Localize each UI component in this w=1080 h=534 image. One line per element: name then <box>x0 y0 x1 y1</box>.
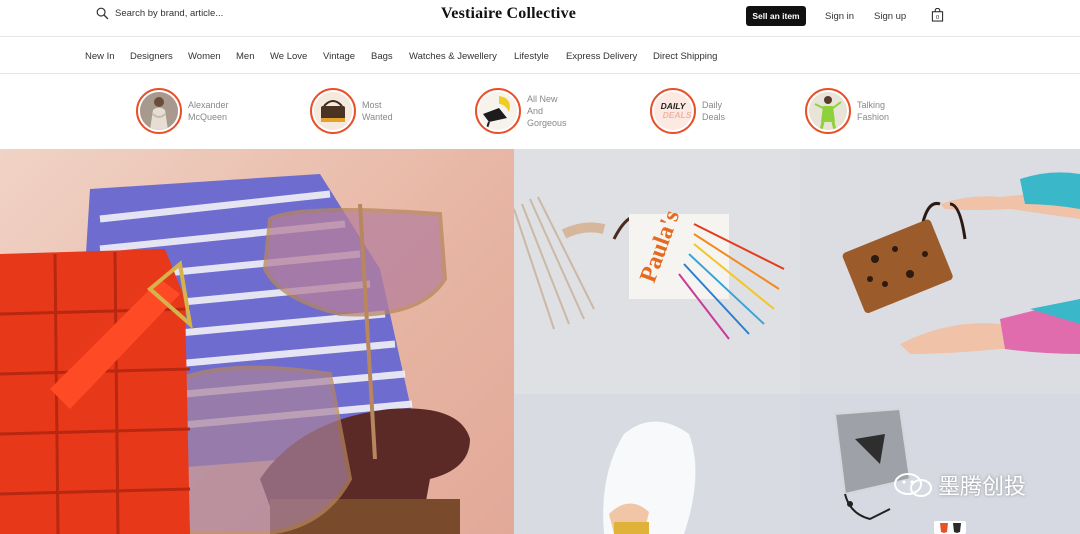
hero-image-bag-sunglasses[interactable] <box>0 149 514 534</box>
puffy-bag-illustration <box>603 421 696 534</box>
deals-badge-text: DEALS <box>662 110 692 120</box>
search-icon[interactable] <box>96 7 109 20</box>
story-avatar[interactable]: DAILY DEALS <box>650 88 696 134</box>
nav-item-designers[interactable]: Designers <box>130 51 173 62</box>
bag-image <box>314 92 352 130</box>
story-avatar[interactable] <box>805 88 851 134</box>
story-avatar[interactable] <box>310 88 356 134</box>
story-avatar[interactable] <box>475 88 521 134</box>
nav-item-bags[interactable]: Bags <box>371 51 393 62</box>
story-avatar[interactable] <box>136 88 182 134</box>
story-label: Most Wanted <box>362 100 393 122</box>
svg-text:0: 0 <box>936 15 939 21</box>
hero-image-fringe-tote[interactable]: Paula's <box>514 149 800 394</box>
media-badge <box>934 521 966 534</box>
nav-item-direct-shipping[interactable]: Direct Shipping <box>653 51 717 62</box>
story-talking-fashion[interactable]: Talking Fashion <box>805 88 917 134</box>
main-nav: New In Designers Women Men We Love Vinta… <box>0 37 1080 74</box>
search-bar[interactable] <box>96 7 255 20</box>
sign-in-link[interactable]: Sign in <box>825 11 854 22</box>
hero-image-silver-bag[interactable] <box>800 394 1080 534</box>
shoe-image <box>479 92 517 130</box>
nav-item-vintage[interactable]: Vintage <box>323 51 355 62</box>
sell-item-button[interactable]: Sell an item <box>746 6 806 26</box>
nav-item-watches-jewellery[interactable]: Watches & Jewellery <box>409 51 497 62</box>
story-alexander-mcqueen[interactable]: Alexander McQueen <box>136 88 248 134</box>
story-most-wanted[interactable]: Most Wanted <box>310 88 422 134</box>
tote-illustration: Paula's <box>514 196 785 340</box>
nav-item-new-in[interactable]: New In <box>85 51 115 62</box>
hero-left-illustration <box>0 174 470 534</box>
nav-item-we-love[interactable]: We Love <box>270 51 307 62</box>
hero-image-leopard-bag[interactable] <box>800 149 1080 394</box>
leopard-bag-illustration <box>842 172 1080 354</box>
model-image <box>140 92 178 130</box>
sign-up-link[interactable]: Sign up <box>874 11 906 22</box>
story-label: All New And Gorgeous <box>527 94 567 128</box>
hero-image-puffy-bag[interactable] <box>514 394 800 534</box>
story-carousel: Alexander McQueen Most Wanted All New An… <box>0 74 1080 149</box>
watermark-text: 墨腾创投 <box>938 475 1027 500</box>
daily-deals-badge: DAILY DEALS <box>654 92 692 130</box>
wechat-icon <box>894 473 932 497</box>
nav-item-men[interactable]: Men <box>236 51 254 62</box>
nav-item-express-delivery[interactable]: Express Delivery <box>566 51 637 62</box>
story-label: Alexander McQueen <box>188 100 229 122</box>
story-label: Talking Fashion <box>857 100 890 122</box>
story-all-new-and-gorgeous[interactable]: All New And Gorgeous <box>475 88 587 134</box>
story-daily-deals[interactable]: DAILY DEALS Daily Deals <box>650 88 762 134</box>
model-image <box>809 92 847 130</box>
silver-bag-illustration <box>833 407 912 521</box>
nav-item-lifestyle[interactable]: Lifestyle <box>514 51 549 62</box>
shopping-bag-icon[interactable]: 0 <box>931 8 944 22</box>
css3-icon <box>952 522 961 533</box>
site-logo[interactable]: Vestiaire Collective <box>441 5 576 23</box>
nav-item-women[interactable]: Women <box>188 51 221 62</box>
search-input[interactable] <box>115 8 255 19</box>
html5-icon <box>939 522 948 533</box>
story-label: Daily Deals <box>702 100 726 122</box>
watermark: 墨腾创投 <box>893 469 1026 501</box>
top-header: Vestiaire Collective Sell an item Sign i… <box>0 0 1080 37</box>
